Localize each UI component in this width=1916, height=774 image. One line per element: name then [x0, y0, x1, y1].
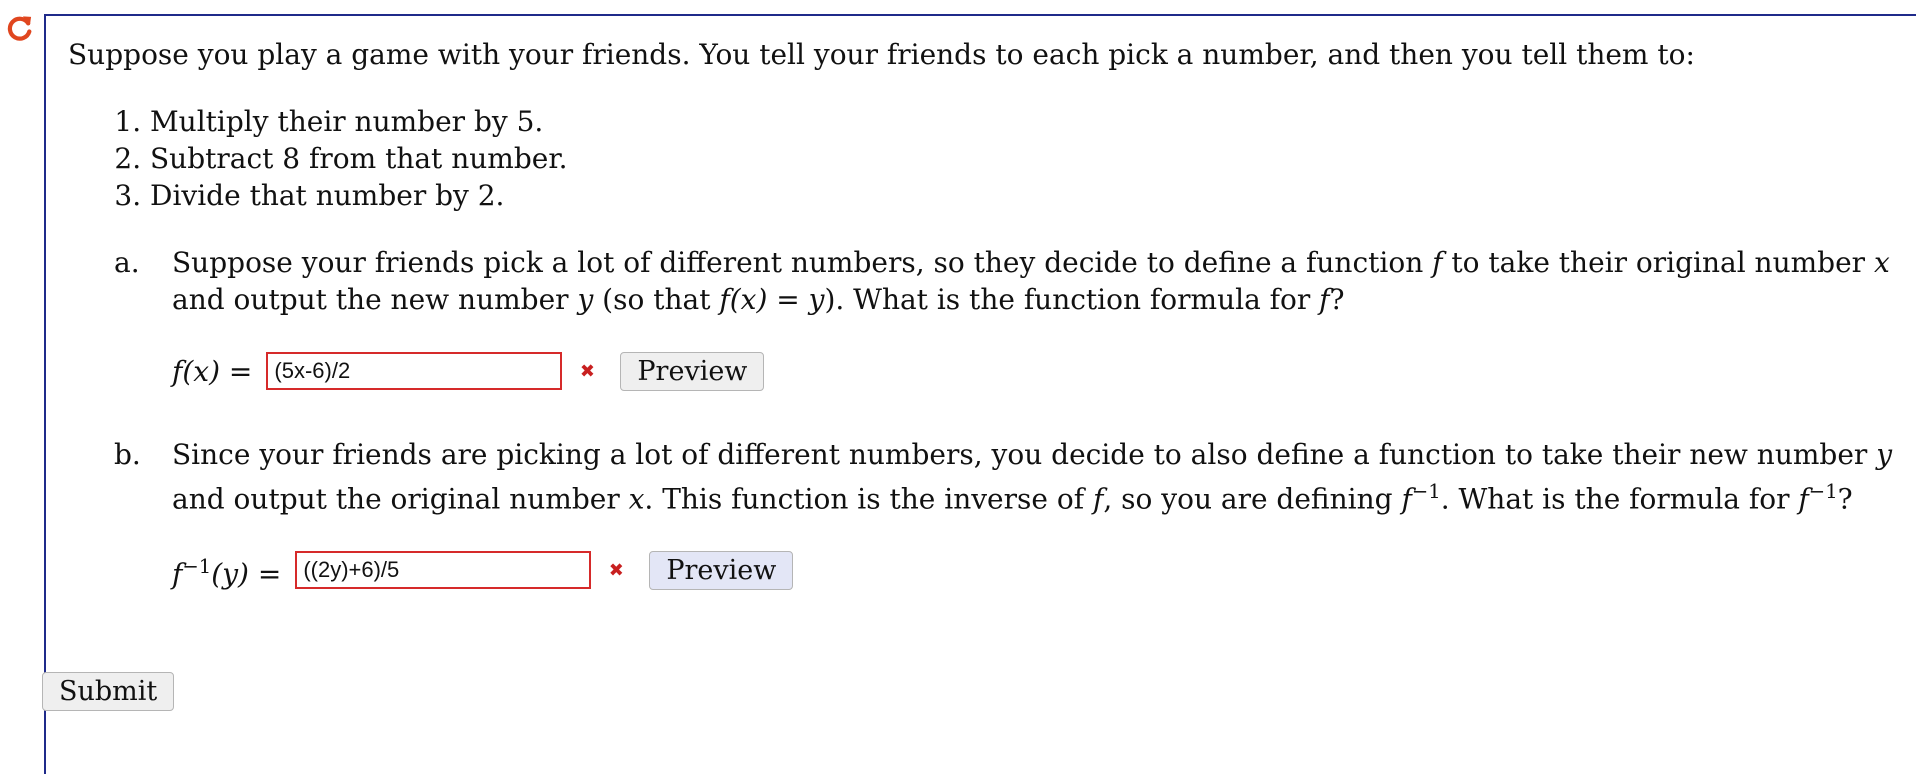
part-b: b. Since your friends are picking a lot …: [68, 436, 1916, 593]
submit-button[interactable]: Submit: [42, 672, 175, 711]
part-b-label: b.: [114, 438, 141, 471]
part-b-question: Since your friends are picking a lot of …: [172, 438, 1893, 516]
incorrect-icon: ✖: [579, 360, 595, 382]
part-a-lhs: f(x) =: [172, 354, 253, 388]
step-item: Subtract 8 from that number.: [150, 140, 1916, 177]
part-a-question: Suppose your friends pick a lot of diffe…: [172, 246, 1890, 316]
incorrect-icon: ✖: [608, 559, 624, 581]
submit-area: Submit: [42, 672, 175, 711]
part-a: a. Suppose your friends pick a lot of di…: [68, 244, 1916, 394]
part-a-label: a.: [114, 246, 140, 279]
instruction-steps: Multiply their number by 5. Subtract 8 f…: [68, 103, 1916, 214]
answer-input-b[interactable]: [295, 551, 592, 590]
part-b-answer-row: f−1(y) = ✖ Preview: [172, 547, 1916, 593]
part-b-lhs: f−1(y) =: [172, 555, 282, 591]
retry-icon[interactable]: [6, 14, 34, 42]
problem-panel: Suppose you play a game with your friend…: [44, 14, 1916, 774]
preview-button-a[interactable]: Preview: [620, 351, 765, 391]
part-a-answer-row: f(x) = ✖ Preview: [172, 348, 1916, 394]
preview-button-b[interactable]: Preview: [649, 550, 794, 590]
step-item: Divide that number by 2.: [150, 177, 1916, 214]
answer-input-a[interactable]: [266, 352, 563, 390]
problem-intro: Suppose you play a game with your friend…: [68, 38, 1695, 71]
problem-content: Suppose you play a game with your friend…: [68, 36, 1916, 635]
step-item: Multiply their number by 5.: [150, 103, 1916, 140]
